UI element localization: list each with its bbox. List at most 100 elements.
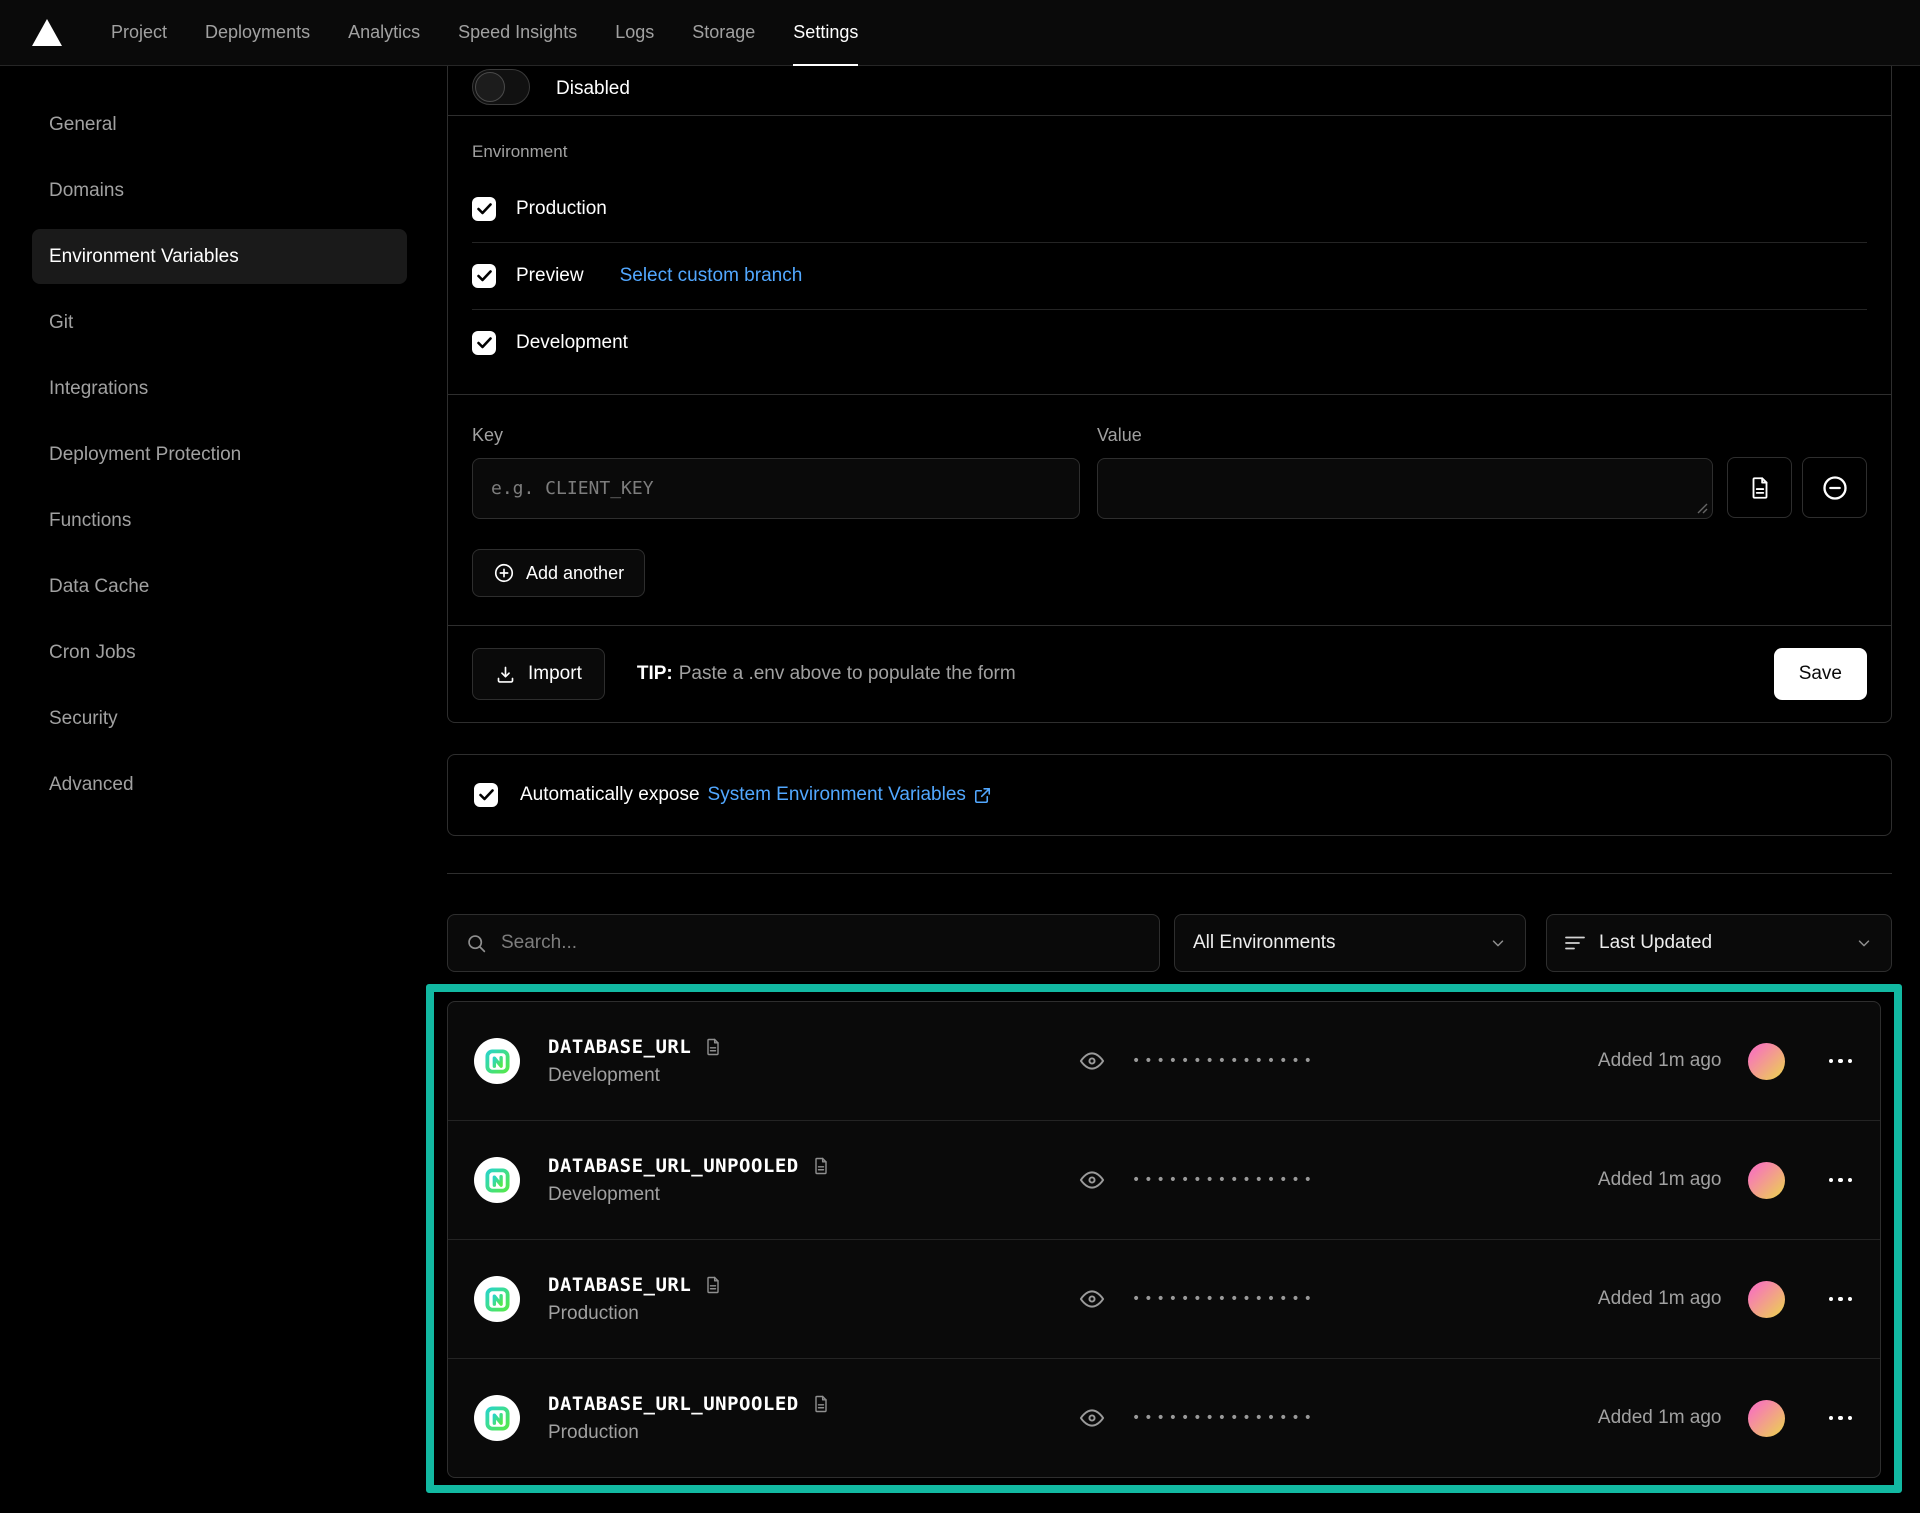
- reveal-eye-icon[interactable]: [1078, 1285, 1106, 1313]
- resize-grip-icon[interactable]: [1697, 503, 1708, 514]
- vercel-logo-icon[interactable]: [32, 0, 62, 65]
- sort-lines-icon: [1565, 935, 1585, 951]
- copy-document-icon[interactable]: [703, 1275, 723, 1295]
- added-timestamp: Added 1m ago: [1598, 1288, 1722, 1310]
- env-var-name: DATABASE_URL: [548, 1274, 691, 1296]
- sort-value: Last Updated: [1599, 932, 1712, 954]
- user-avatar: [1748, 1400, 1785, 1437]
- environment-section-label: Environment: [472, 142, 1867, 162]
- sidebar-item-environment-variables[interactable]: Environment Variables: [32, 229, 407, 284]
- sidebar-item-domains[interactable]: Domains: [32, 163, 407, 218]
- save-button[interactable]: Save: [1774, 648, 1867, 700]
- import-tip: TIP: Paste a .env above to populate the f…: [637, 663, 1016, 685]
- nav-tabs: Project Deployments Analytics Speed Insi…: [92, 0, 877, 65]
- env-var-row[interactable]: DATABASE_URL Development •••••••••••••••…: [448, 1002, 1880, 1120]
- env-var-form-panel: Disabled Environment Production Preview: [447, 66, 1892, 723]
- environment-preview-row: Preview Select custom branch: [472, 243, 1867, 309]
- import-button[interactable]: Import: [472, 648, 605, 700]
- user-avatar: [1748, 1162, 1785, 1199]
- sidebar-item-integrations[interactable]: Integrations: [32, 361, 407, 416]
- user-avatar: [1748, 1043, 1785, 1080]
- document-icon: [1747, 475, 1773, 501]
- environment-filter-select[interactable]: All Environments: [1174, 914, 1526, 972]
- nav-tab-deployments[interactable]: Deployments: [186, 0, 329, 65]
- production-checkbox[interactable]: [472, 197, 496, 221]
- row-menu-icon[interactable]: [1827, 1291, 1855, 1308]
- sidebar-item-functions[interactable]: Functions: [32, 493, 407, 548]
- add-another-button[interactable]: Add another: [472, 549, 645, 597]
- search-icon: [466, 933, 487, 954]
- preview-checkbox[interactable]: [472, 264, 496, 288]
- environment-filter-value: All Environments: [1193, 932, 1336, 954]
- sidebar-item-git[interactable]: Git: [32, 295, 407, 350]
- nav-tab-project[interactable]: Project: [92, 0, 186, 65]
- env-var-row[interactable]: DATABASE_URL_UNPOOLED Development ••••••…: [448, 1121, 1880, 1239]
- masked-value: •••••••••••••••: [1132, 1172, 1316, 1188]
- row-menu-icon[interactable]: [1827, 1172, 1855, 1189]
- env-var-name: DATABASE_URL_UNPOOLED: [548, 1393, 799, 1415]
- masked-value: •••••••••••••••: [1132, 1053, 1316, 1069]
- expose-label: Automatically expose: [520, 784, 700, 806]
- env-var-environment: Production: [548, 1303, 1078, 1325]
- sidebar-item-data-cache[interactable]: Data Cache: [32, 559, 407, 614]
- added-timestamp: Added 1m ago: [1598, 1050, 1722, 1072]
- sidebar-item-security[interactable]: Security: [32, 691, 407, 746]
- chevron-down-icon: [1489, 934, 1507, 952]
- tip-bold: TIP:: [637, 663, 673, 684]
- remove-row-button[interactable]: [1802, 457, 1867, 518]
- sort-select[interactable]: Last Updated: [1546, 914, 1892, 972]
- tip-text: Paste a .env above to populate the form: [679, 663, 1016, 684]
- env-var-name: DATABASE_URL_UNPOOLED: [548, 1155, 799, 1177]
- nav-tab-storage[interactable]: Storage: [673, 0, 774, 65]
- row-menu-icon[interactable]: [1827, 1053, 1855, 1070]
- env-var-name: DATABASE_URL: [548, 1036, 691, 1058]
- sidebar-item-cron-jobs[interactable]: Cron Jobs: [32, 625, 407, 680]
- added-timestamp: Added 1m ago: [1598, 1407, 1722, 1429]
- row-menu-icon[interactable]: [1827, 1410, 1855, 1427]
- external-link-icon: [973, 786, 992, 805]
- masked-value: •••••••••••••••: [1132, 1410, 1316, 1426]
- add-another-label: Add another: [526, 563, 624, 584]
- select-custom-branch-link[interactable]: Select custom branch: [620, 265, 803, 287]
- masked-value: •••••••••••••••: [1132, 1291, 1316, 1307]
- value-input[interactable]: [1097, 458, 1713, 519]
- sidebar-item-general[interactable]: General: [32, 97, 407, 152]
- environment-section: Environment Production Preview Select cu…: [448, 116, 1891, 394]
- neon-integration-icon: [474, 1395, 520, 1441]
- search-input[interactable]: [501, 932, 1141, 954]
- expose-checkbox[interactable]: [474, 783, 498, 807]
- import-label: Import: [528, 663, 582, 685]
- plus-circle-icon: [493, 562, 515, 584]
- value-label: Value: [1097, 425, 1713, 446]
- copy-document-icon[interactable]: [811, 1156, 831, 1176]
- sidebar-item-advanced[interactable]: Advanced: [32, 757, 407, 812]
- paste-env-file-button[interactable]: [1727, 457, 1792, 518]
- user-avatar: [1748, 1281, 1785, 1318]
- env-var-row[interactable]: DATABASE_URL_UNPOOLED Production •••••••…: [448, 1359, 1880, 1477]
- nav-tab-settings[interactable]: Settings: [774, 0, 877, 65]
- env-var-filters: All Environments Last Updated: [447, 914, 1892, 972]
- development-checkbox[interactable]: [472, 331, 496, 355]
- sensitive-toggle[interactable]: [472, 69, 530, 105]
- key-input[interactable]: [472, 458, 1080, 519]
- reveal-eye-icon[interactable]: [1078, 1166, 1106, 1194]
- nav-tab-logs[interactable]: Logs: [596, 0, 673, 65]
- top-nav: Project Deployments Analytics Speed Insi…: [0, 0, 1920, 66]
- reveal-eye-icon[interactable]: [1078, 1047, 1106, 1075]
- nav-tab-speed-insights[interactable]: Speed Insights: [439, 0, 596, 65]
- copy-document-icon[interactable]: [703, 1037, 723, 1057]
- download-icon: [495, 664, 516, 685]
- system-env-variables-link-text: System Environment Variables: [708, 784, 966, 806]
- nav-tab-analytics[interactable]: Analytics: [329, 0, 439, 65]
- toggle-knob: [475, 72, 505, 102]
- search-box: [447, 914, 1160, 972]
- system-env-expose-panel: Automatically expose System Environment …: [447, 754, 1892, 836]
- system-env-variables-link[interactable]: System Environment Variables: [708, 784, 992, 806]
- reveal-eye-icon[interactable]: [1078, 1404, 1106, 1432]
- env-var-row[interactable]: DATABASE_URL Production ••••••••••••••• …: [448, 1240, 1880, 1358]
- sidebar-item-deployment-protection[interactable]: Deployment Protection: [32, 427, 407, 482]
- chevron-down-icon: [1855, 934, 1873, 952]
- env-var-list: DATABASE_URL Development •••••••••••••••…: [447, 1001, 1881, 1478]
- sensitive-toggle-row: Disabled: [448, 66, 1891, 115]
- copy-document-icon[interactable]: [811, 1394, 831, 1414]
